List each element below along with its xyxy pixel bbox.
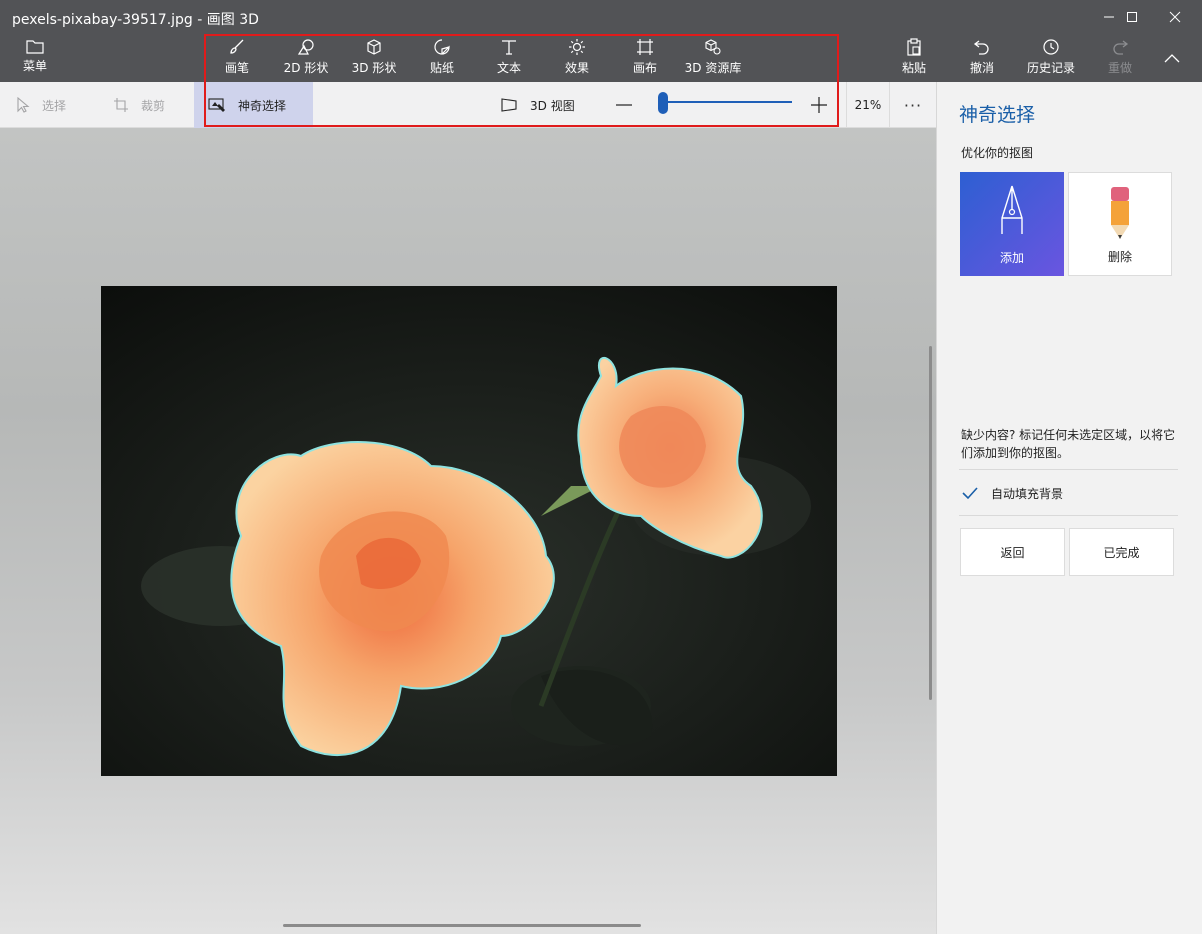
folder-icon [26, 40, 44, 54]
close-icon [1169, 11, 1181, 23]
remove-label: 删除 [1107, 250, 1132, 264]
select-label: 选择 [42, 98, 67, 113]
crop-icon [114, 98, 128, 112]
autofill-checkbox[interactable]: 自动填充背景 [961, 482, 1063, 504]
paste-label: 粘贴 [901, 61, 926, 75]
3d-view-button[interactable]: 3D 视图 [500, 82, 575, 128]
tool-text[interactable]: 文本 [487, 38, 531, 82]
undo-icon [973, 40, 989, 55]
paste-icon [907, 38, 921, 56]
maximize-button[interactable] [1109, 0, 1155, 34]
menu-label: 菜单 [22, 59, 47, 73]
window-title: pexels-pixabay-39517.jpg - 画图 3D [12, 12, 259, 28]
3d-shapes-icon [367, 39, 381, 55]
collapse-ribbon-button[interactable] [1154, 40, 1190, 76]
more-options-button[interactable]: ··· [896, 82, 930, 128]
magic-select-label: 神奇选择 [238, 98, 287, 113]
text-icon [502, 40, 516, 55]
close-button[interactable] [1152, 0, 1198, 34]
chevron-up-icon [1164, 54, 1180, 63]
effects-icon [569, 39, 585, 55]
sub-toolbar: 选择 裁剪 神奇选择 3D 视图 [0, 82, 936, 128]
tool-3d-shapes[interactable]: 3D 形状 [348, 38, 400, 82]
vertical-scrollbar[interactable] [929, 346, 932, 700]
minus-icon [616, 104, 632, 106]
history-label: 历史记录 [1026, 61, 1075, 75]
sticker-icon [434, 39, 450, 55]
select-button[interactable]: 选择 [16, 82, 66, 128]
panel-subtitle: 优化你的抠图 [961, 146, 1034, 160]
autofill-label: 自动填充背景 [991, 486, 1064, 501]
tool-canvas[interactable]: 画布 [623, 38, 667, 82]
cursor-icon [17, 97, 30, 113]
redo-icon [1113, 40, 1129, 55]
canvas-icon [637, 39, 653, 55]
undo-label: 撤消 [969, 61, 994, 75]
done-button[interactable]: 已完成 [1069, 528, 1174, 576]
maximize-icon [1127, 12, 1137, 22]
remove-button[interactable]: 删除 [1068, 172, 1172, 276]
magic-select-panel: 神奇选择 优化你的抠图 添加 删除 缺少内容? 标记任何未选定区域，以将它们添加… [936, 82, 1202, 934]
tool-label: 2D 形状 [283, 61, 329, 75]
3d-view-label: 3D 视图 [530, 98, 575, 113]
magic-select-icon [208, 98, 225, 112]
zoom-slider-track[interactable] [660, 101, 792, 103]
eraser-icon [1111, 187, 1129, 239]
panel-title: 神奇选择 [959, 104, 1036, 126]
history-icon [1043, 39, 1059, 55]
tool-3d-library[interactable]: 3D 资源库 [683, 38, 743, 82]
tool-label: 3D 资源库 [684, 61, 742, 75]
crop-label: 裁剪 [141, 98, 166, 113]
tool-label: 效果 [564, 61, 589, 75]
3d-view-icon [501, 98, 517, 112]
zoom-slider-thumb[interactable] [658, 92, 668, 114]
tool-label: 画布 [632, 61, 657, 75]
3d-library-icon [705, 39, 721, 55]
tool-label: 文本 [496, 61, 521, 75]
add-label: 添加 [999, 251, 1024, 265]
tool-sticker[interactable]: 贴纸 [420, 38, 464, 82]
menu-button[interactable]: 菜单 [14, 38, 56, 82]
tool-label: 3D 形状 [351, 61, 397, 75]
tool-label: 贴纸 [429, 61, 454, 75]
2d-shapes-icon [297, 39, 314, 55]
redo-button[interactable]: 重做 [1102, 38, 1138, 82]
crop-button[interactable]: 裁剪 [113, 82, 165, 128]
tool-2d-shapes[interactable]: 2D 形状 [280, 38, 332, 82]
pen-nib-icon [1001, 185, 1023, 234]
zoom-out-button[interactable] [615, 82, 645, 128]
divider [959, 469, 1178, 470]
brush-icon [230, 39, 244, 54]
divider [959, 515, 1178, 516]
plus-icon [811, 97, 827, 113]
add-button[interactable]: 添加 [960, 172, 1064, 276]
zoom-in-button[interactable] [810, 82, 840, 128]
history-button[interactable]: 历史记录 [1024, 38, 1078, 82]
tool-effects[interactable]: 效果 [555, 38, 599, 82]
redo-label: 重做 [1107, 61, 1132, 75]
canvas-image[interactable] [101, 286, 837, 776]
tool-label: 画笔 [224, 61, 249, 75]
tool-brush[interactable]: 画笔 [215, 38, 259, 82]
checkmark-icon [962, 487, 978, 500]
paste-button[interactable]: 粘贴 [896, 38, 932, 82]
back-button[interactable]: 返回 [960, 528, 1065, 576]
magic-select-button[interactable]: 神奇选择 [194, 82, 313, 128]
zoom-percent[interactable]: 21% [846, 82, 890, 128]
hint-text: 缺少内容? 标记任何未选定区域，以将它们添加到你的抠图。 [961, 428, 1176, 460]
rose-photo [101, 286, 837, 776]
horizontal-scrollbar[interactable] [283, 924, 641, 927]
undo-button[interactable]: 撤消 [964, 38, 1000, 82]
ribbon-bar: pexels-pixabay-39517.jpg - 画图 3D 菜单 画笔 2… [0, 0, 1202, 82]
